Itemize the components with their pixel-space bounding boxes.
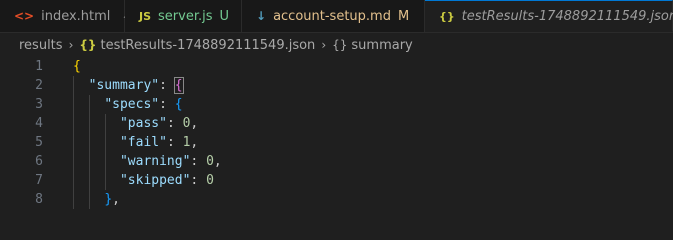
line-number: 1 bbox=[35, 59, 43, 74]
code-line: 6 "warning": 0, bbox=[0, 152, 673, 171]
breadcrumb-folder[interactable]: results bbox=[19, 38, 63, 53]
tab-test-results-json[interactable]: {} testResults-1748892111549.json bbox=[425, 0, 673, 32]
code-line: 1 { bbox=[0, 57, 673, 76]
line-text: "summary": { bbox=[43, 76, 184, 95]
line-text: "pass": 0, bbox=[43, 114, 198, 133]
tab-server-js[interactable]: JS server.js U bbox=[125, 0, 242, 32]
editor-tab-bar: <> index.html JS server.js U ↓ account-s… bbox=[0, 0, 673, 33]
markdown-file-icon: ↓ bbox=[256, 9, 267, 23]
chevron-right-icon: › bbox=[68, 38, 74, 52]
breadcrumb-symbol[interactable]: summary bbox=[351, 38, 412, 53]
breadcrumb-file[interactable]: testResults-1748892111549.json bbox=[100, 38, 315, 53]
modified-status: M bbox=[397, 8, 410, 24]
breadcrumb: results › {} testResults-1748892111549.j… bbox=[0, 33, 673, 57]
code-line: 3 "specs": { bbox=[0, 95, 673, 114]
code-editor[interactable]: 1 { 2 "summary": { 3 "specs": { 4 "pass"… bbox=[0, 57, 673, 209]
line-number: 2 bbox=[35, 78, 43, 93]
tab-index-html[interactable]: <> index.html bbox=[0, 0, 135, 32]
line-text: "warning": 0, bbox=[43, 152, 222, 171]
code-line: 8 }, bbox=[0, 190, 673, 209]
object-symbol-icon: {} bbox=[332, 38, 348, 52]
tab-label: account-setup.md bbox=[273, 8, 391, 24]
tab-label: testResults-1748892111549.json bbox=[461, 8, 673, 24]
untracked-status: U bbox=[219, 8, 230, 24]
line-text: { bbox=[73, 59, 81, 74]
json-file-icon: {} bbox=[79, 38, 97, 52]
code-line: 7 "skipped": 0 bbox=[0, 171, 673, 190]
line-number: 7 bbox=[35, 173, 43, 188]
line-text: "specs": { bbox=[43, 95, 183, 114]
chevron-right-icon: › bbox=[321, 38, 327, 52]
line-text: "fail": 1, bbox=[43, 133, 198, 152]
code-line: 2 "summary": { bbox=[0, 76, 673, 95]
line-text: "skipped": 0 bbox=[43, 171, 214, 190]
json-file-icon: {} bbox=[439, 9, 455, 23]
html-file-icon: <> bbox=[14, 9, 35, 23]
line-number: 6 bbox=[35, 154, 43, 169]
code-line: 5 "fail": 1, bbox=[0, 133, 673, 152]
js-file-icon: JS bbox=[139, 9, 152, 23]
line-number: 8 bbox=[35, 192, 43, 207]
tab-label: server.js bbox=[158, 8, 213, 24]
tab-label: index.html bbox=[41, 8, 111, 24]
code-line: 4 "pass": 0, bbox=[0, 114, 673, 133]
line-number: 3 bbox=[35, 97, 43, 112]
line-number: 5 bbox=[35, 135, 43, 150]
line-text: }, bbox=[43, 190, 120, 209]
line-number: 4 bbox=[35, 116, 43, 131]
tab-account-setup-md[interactable]: ↓ account-setup.md M bbox=[242, 0, 425, 32]
